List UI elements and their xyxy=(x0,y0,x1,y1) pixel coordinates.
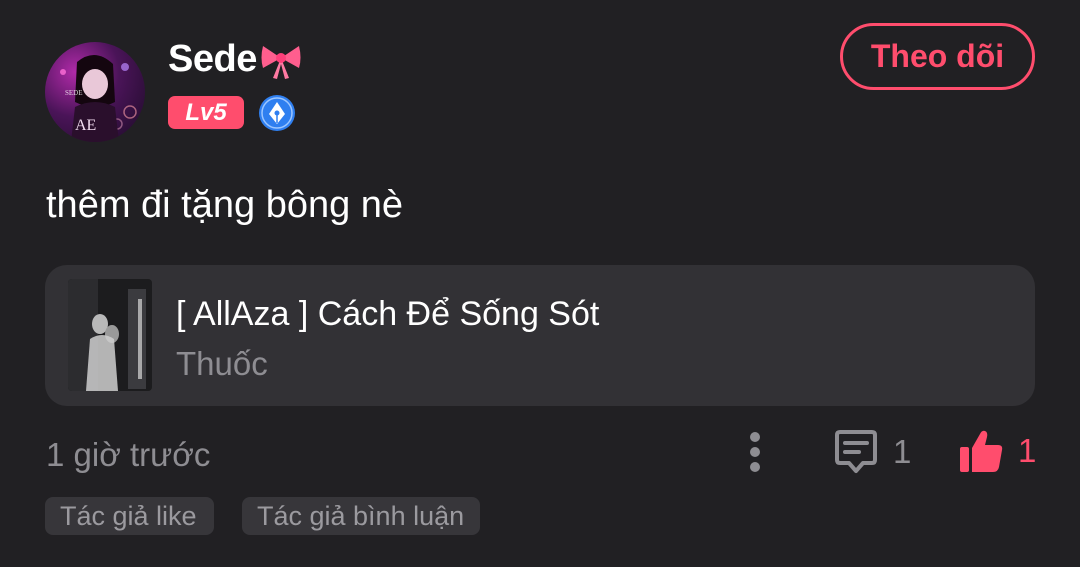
username[interactable]: Sede xyxy=(168,38,303,81)
avatar-image: AE SEDE xyxy=(60,54,137,142)
timestamp: 1 giờ trước xyxy=(46,436,211,473)
svg-text:AE: AE xyxy=(75,117,96,134)
reply-button[interactable]: 1 xyxy=(833,430,911,474)
follow-button[interactable]: Theo dõi xyxy=(840,23,1035,90)
thumbs-up-icon xyxy=(960,430,1003,472)
comment-count: 1 xyxy=(893,433,912,470)
avatar[interactable]: AE SEDE xyxy=(45,42,145,142)
comment-icon xyxy=(835,430,877,473)
more-options-dot xyxy=(750,447,760,457)
tag-author-comment: Tác giả bình luận xyxy=(242,497,480,535)
pen-nib-icon[interactable] xyxy=(258,94,296,132)
bow-icon xyxy=(261,45,301,79)
story-cover xyxy=(68,279,152,391)
tag-author-like: Tác giả like xyxy=(45,497,214,535)
story-card[interactable]: [ AllAza ] Cách Để Sống Sót Thuốc xyxy=(45,265,1035,406)
comment-text: thêm đi tặng bông nè xyxy=(46,184,404,226)
more-options-button[interactable] xyxy=(740,430,770,474)
more-options-icon xyxy=(750,432,760,442)
like-count: 1 xyxy=(1018,432,1037,469)
story-author: Thuốc xyxy=(176,345,268,382)
level-badge: Lv5 xyxy=(168,96,244,129)
username-text: Sede xyxy=(168,38,257,80)
svg-text:SEDE: SEDE xyxy=(65,89,83,97)
more-options-dot xyxy=(750,462,760,472)
story-title: [ AllAza ] Cách Để Sống Sót xyxy=(176,295,600,333)
like-button[interactable]: 1 xyxy=(958,428,1036,474)
story-cover-image xyxy=(68,279,152,391)
